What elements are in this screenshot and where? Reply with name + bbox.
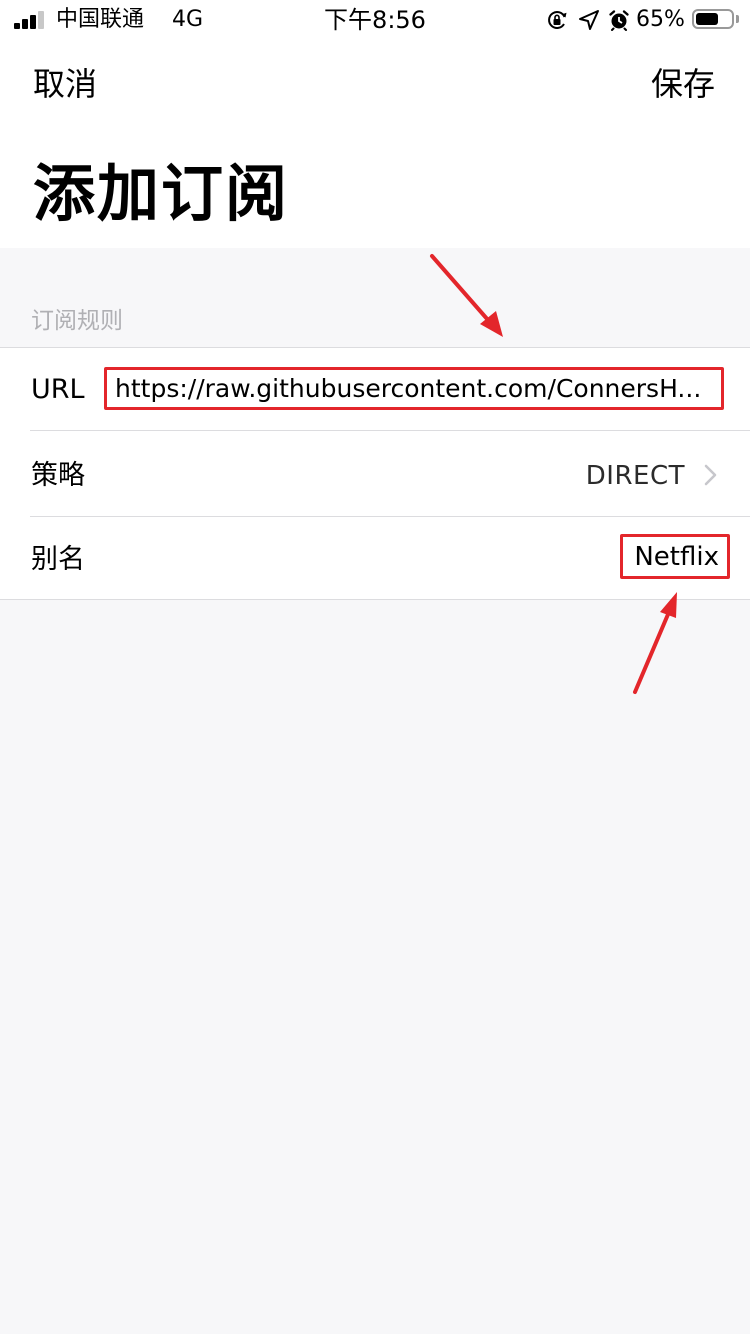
url-input-highlight[interactable]: https://raw.githubusercontent.com/Conner… xyxy=(104,367,724,410)
save-button[interactable]: 保存 xyxy=(651,62,715,106)
navigation-header: 取消 保存 添加订阅 xyxy=(0,40,750,248)
battery-icon xyxy=(692,9,734,29)
url-label: URL xyxy=(31,374,85,405)
battery-cap xyxy=(736,15,739,23)
annotation-arrow-to-alias xyxy=(633,592,677,694)
policy-row[interactable]: 策略 DIRECT xyxy=(0,431,750,517)
cancel-button[interactable]: 取消 xyxy=(33,62,97,106)
subscription-form: URL https://raw.githubusercontent.com/Co… xyxy=(0,347,750,600)
url-row[interactable]: URL https://raw.githubusercontent.com/Co… xyxy=(0,348,750,431)
battery-level-fill xyxy=(696,13,718,25)
chevron-right-icon xyxy=(704,464,717,486)
section-header-subscription-rules: 订阅规则 xyxy=(31,308,123,334)
status-bar: 中国联通 4G 下午8:56 65% xyxy=(0,0,750,40)
annotation-arrow-to-url xyxy=(430,254,503,337)
alias-input-highlight[interactable]: Netflix xyxy=(620,534,730,579)
policy-value: DIRECT xyxy=(585,461,685,491)
policy-label: 策略 xyxy=(31,460,85,491)
url-input[interactable]: https://raw.githubusercontent.com/Conner… xyxy=(115,372,715,406)
page-title: 添加订阅 xyxy=(33,157,290,230)
battery-percent: 65% xyxy=(636,7,685,32)
location-arrow-icon xyxy=(579,10,599,30)
alarm-clock-icon xyxy=(609,10,629,31)
alias-row[interactable]: 别名 Netflix xyxy=(0,517,750,600)
alias-input[interactable]: Netflix xyxy=(634,540,719,574)
rotation-lock-icon xyxy=(548,11,567,29)
alias-label: 别名 xyxy=(31,544,85,575)
